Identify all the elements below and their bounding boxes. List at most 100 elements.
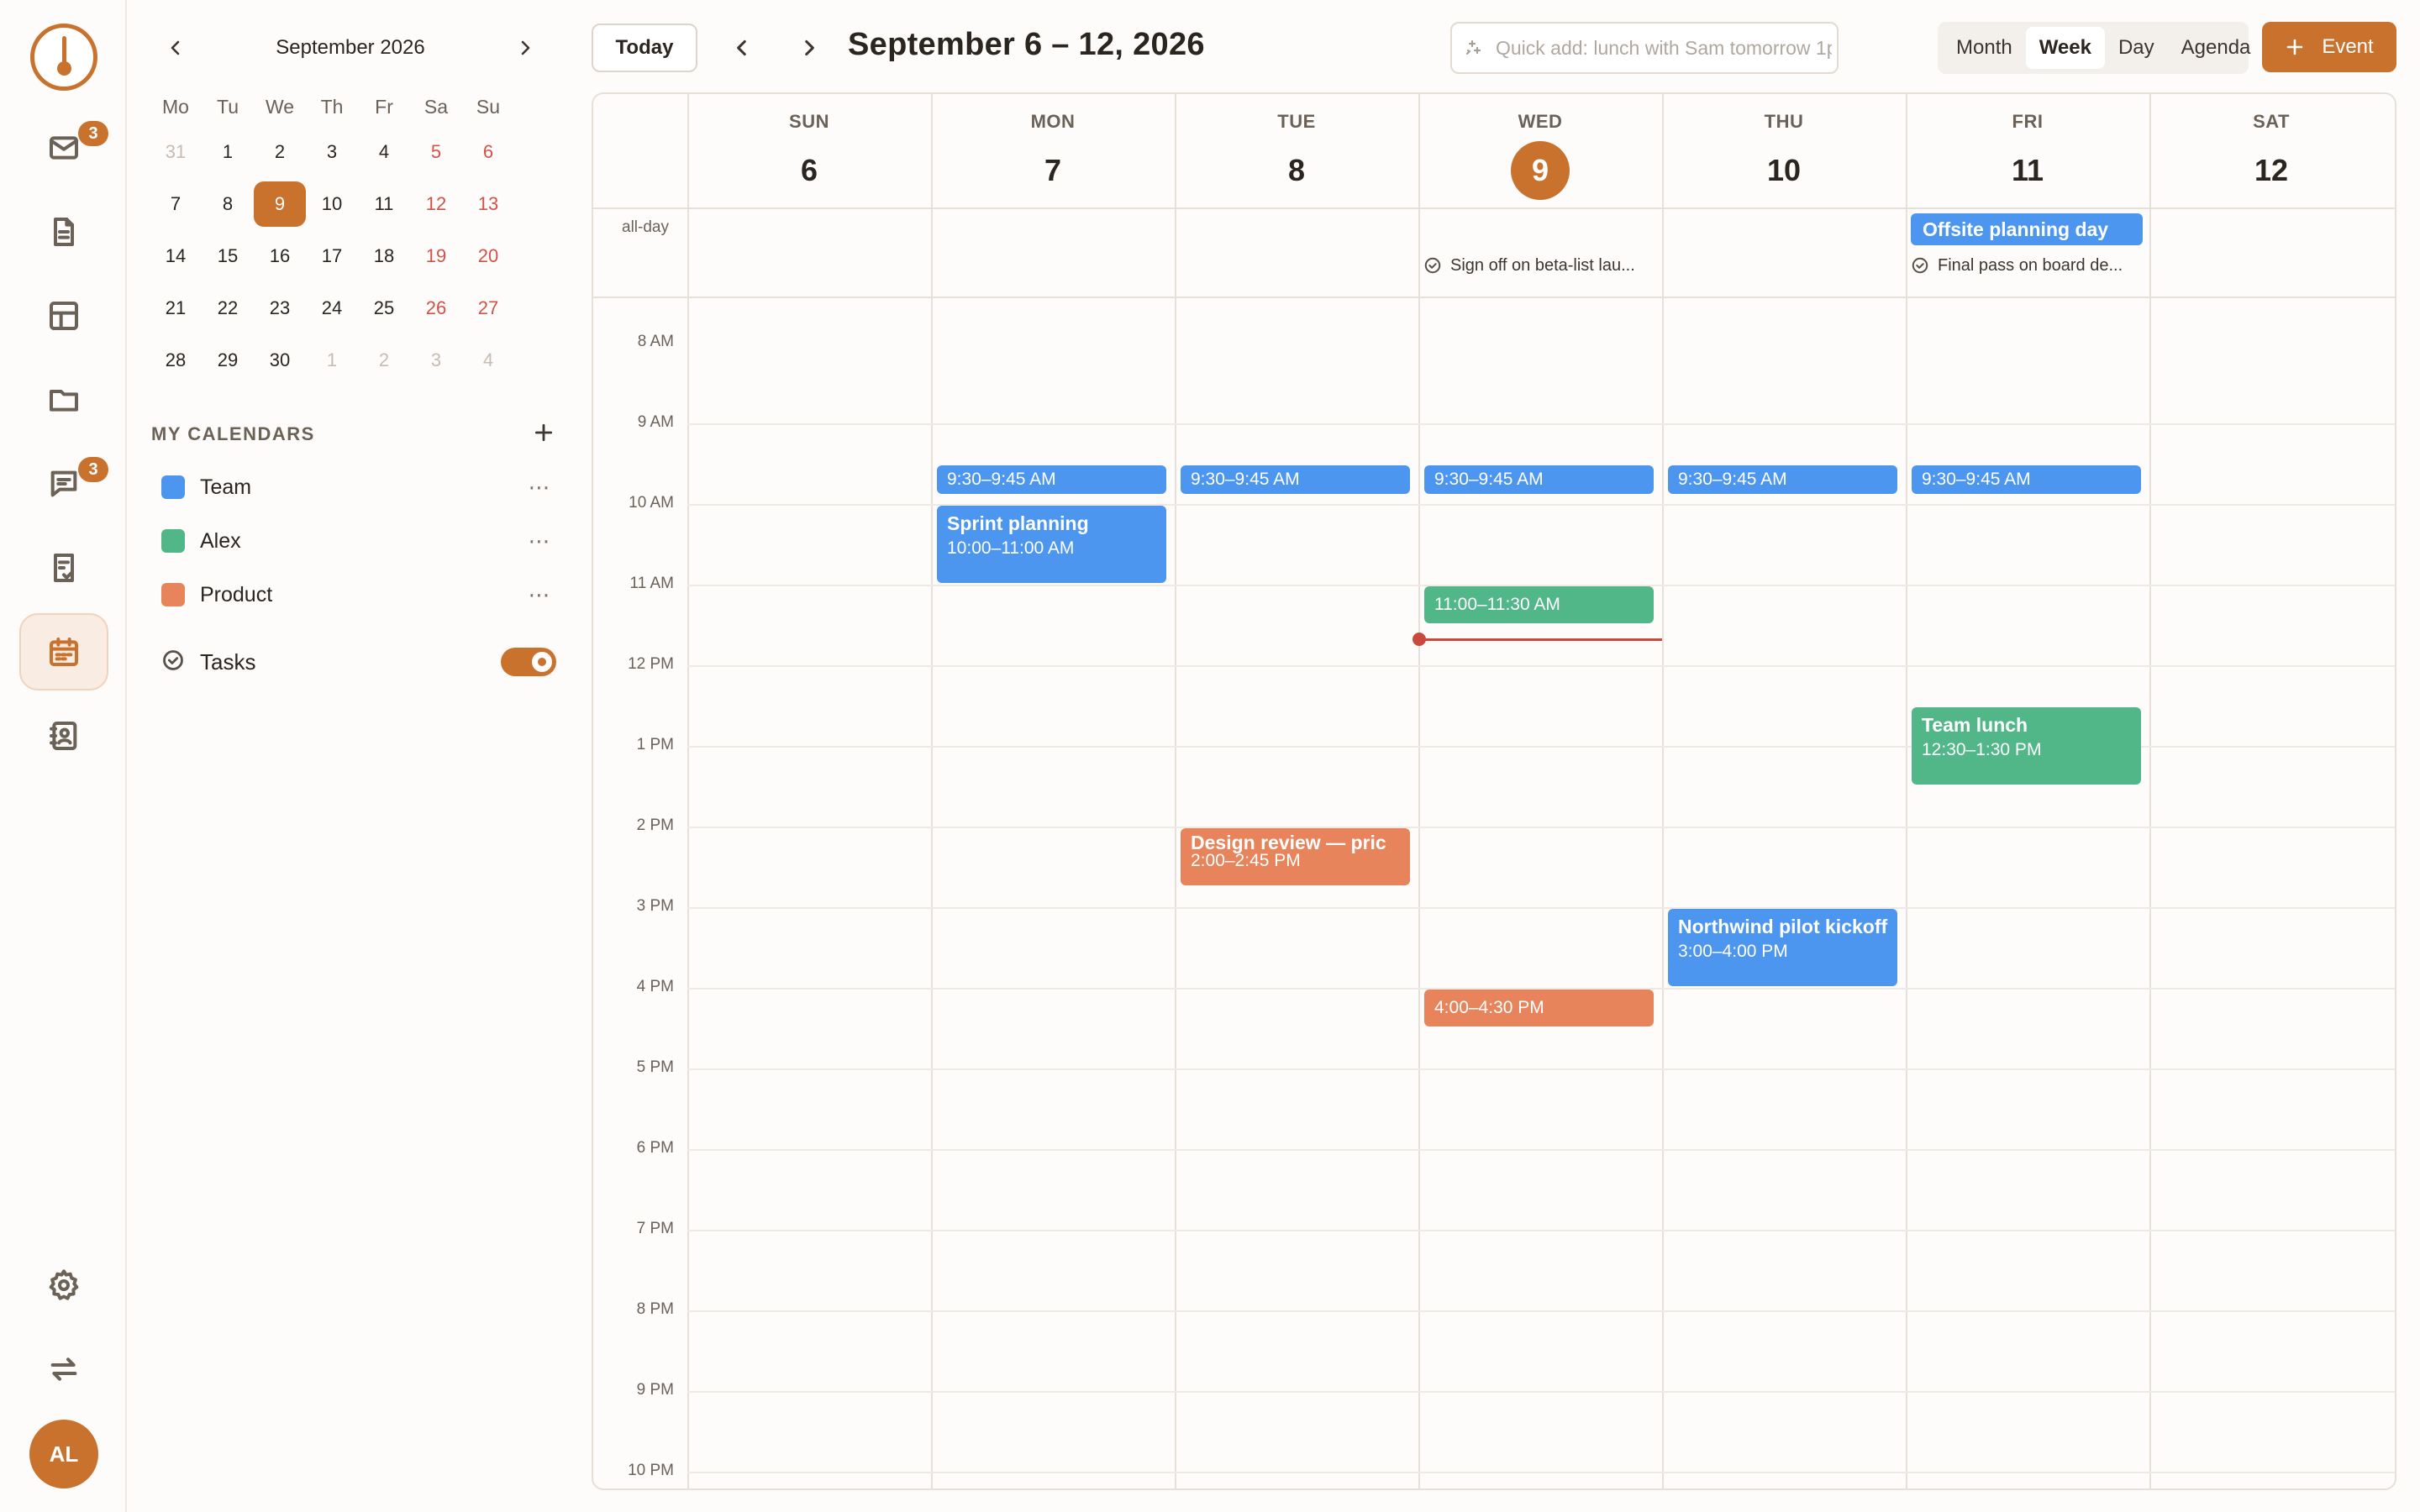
mini-day[interactable]: 4 [462, 338, 514, 383]
more-options-icon[interactable]: ⋯ [523, 470, 556, 504]
mini-day[interactable]: 12 [410, 181, 462, 227]
prev-week-button[interactable] [719, 25, 765, 71]
day-number[interactable]: 10 [1754, 141, 1813, 200]
rail-files[interactable] [19, 361, 108, 438]
calendar-color-swatch[interactable] [161, 529, 185, 553]
mini-day[interactable]: 24 [306, 286, 358, 331]
mini-day[interactable]: 31 [150, 129, 202, 175]
day-number[interactable]: 8 [1267, 141, 1326, 200]
quick-add-input[interactable] [1496, 36, 1832, 60]
day-number[interactable]: 9 [1511, 141, 1570, 200]
calendar-event[interactable]: 9:30–9:45 AM [937, 465, 1166, 494]
mini-day[interactable]: 11 [358, 181, 410, 227]
mini-day[interactable]: 16 [254, 234, 306, 279]
mini-day[interactable]: 2 [254, 129, 306, 175]
user-avatar[interactable]: AL [29, 1420, 98, 1488]
mini-day[interactable]: 1 [306, 338, 358, 383]
mini-day[interactable]: 1 [202, 129, 254, 175]
tasks-toggle[interactable] [501, 648, 556, 676]
view-month[interactable]: Month [1943, 27, 2026, 69]
calendar-event[interactable]: 9:30–9:45 AM [1424, 465, 1654, 494]
new-event-button[interactable]: Event [2262, 22, 2396, 72]
day-number[interactable]: 7 [1023, 141, 1082, 200]
calendar-event[interactable]: 9:30–9:45 AM [1912, 465, 2141, 494]
event-title: Team lunch [1922, 714, 2028, 736]
day-header-sun[interactable]: SUN 6 [687, 94, 931, 208]
mini-day[interactable]: 19 [410, 234, 462, 279]
day-number[interactable]: 6 [780, 141, 839, 200]
mini-day[interactable]: 18 [358, 234, 410, 279]
calendar-event[interactable]: Sprint planning 10:00–11:00 AM [937, 506, 1166, 583]
mini-day[interactable]: 7 [150, 181, 202, 227]
calendar-event[interactable]: Northwind pilot kickoff 3:00–4:00 PM [1668, 909, 1897, 986]
mini-day[interactable]: 27 [462, 286, 514, 331]
view-day[interactable]: Day [2105, 27, 2168, 69]
mini-day[interactable]: 14 [150, 234, 202, 279]
mini-day[interactable]: 13 [462, 181, 514, 227]
mini-day[interactable]: 9 [254, 181, 306, 227]
mini-day[interactable]: 26 [410, 286, 462, 331]
calendar-event[interactable]: Design review — pric 2:00–2:45 PM [1181, 828, 1410, 885]
mini-day[interactable]: 8 [202, 181, 254, 227]
mini-day[interactable]: 3 [306, 129, 358, 175]
day-number[interactable]: 11 [1998, 141, 2057, 200]
day-header-sat[interactable]: SAT 12 [2149, 94, 2393, 208]
calendar-event[interactable]: 4:00–4:30 PM [1424, 990, 1654, 1026]
calendar-event[interactable]: Team lunch 12:30–1:30 PM [1912, 707, 2141, 785]
mini-next-month-button[interactable] [502, 25, 548, 71]
mini-day[interactable]: 22 [202, 286, 254, 331]
mini-day[interactable]: 4 [358, 129, 410, 175]
mini-day[interactable]: 21 [150, 286, 202, 331]
rail-settings[interactable] [19, 1247, 108, 1324]
next-week-button[interactable] [786, 25, 832, 71]
mini-day[interactable]: 23 [254, 286, 306, 331]
task-title: Sign off on beta-list lau... [1450, 255, 1635, 275]
mini-day[interactable]: 6 [462, 129, 514, 175]
day-header-mon[interactable]: MON 7 [931, 94, 1175, 208]
mini-day[interactable]: 5 [410, 129, 462, 175]
quick-add-field[interactable] [1450, 22, 1839, 74]
all-day-event[interactable]: Offsite planning day [1911, 213, 2143, 245]
today-button[interactable]: Today [592, 24, 697, 72]
mini-day[interactable]: 10 [306, 181, 358, 227]
mini-day[interactable]: 25 [358, 286, 410, 331]
all-day-task[interactable]: Final pass on board de... [1911, 252, 2143, 279]
mini-day[interactable]: 29 [202, 338, 254, 383]
calendar-item-alex[interactable]: Alex ⋯ [161, 521, 556, 561]
rail-calendar[interactable] [19, 613, 108, 690]
mini-day[interactable]: 20 [462, 234, 514, 279]
calendar-event[interactable]: 9:30–9:45 AM [1668, 465, 1897, 494]
rail-switch[interactable] [19, 1331, 108, 1408]
calendar-event[interactable]: 11:00–11:30 AM [1424, 586, 1654, 623]
mini-prev-month-button[interactable] [153, 25, 198, 71]
calendar-event[interactable]: 9:30–9:45 AM [1181, 465, 1410, 494]
day-header-tue[interactable]: TUE 8 [1175, 94, 1418, 208]
all-day-task[interactable]: Sign off on beta-list lau... [1423, 252, 1655, 279]
rail-chat[interactable]: 3 [19, 445, 108, 522]
mini-day[interactable]: 3 [410, 338, 462, 383]
rail-tasks[interactable] [19, 529, 108, 606]
app-logo-icon[interactable] [30, 24, 97, 91]
calendar-item-team[interactable]: Team ⋯ [161, 467, 556, 507]
rail-documents[interactable] [19, 193, 108, 270]
day-header-wed[interactable]: WED 9 [1418, 94, 1662, 208]
view-week[interactable]: Week [2025, 27, 2105, 69]
more-options-icon[interactable]: ⋯ [523, 524, 556, 558]
calendar-item-product[interactable]: Product ⋯ [161, 575, 556, 615]
mini-day[interactable]: 2 [358, 338, 410, 383]
rail-mail[interactable]: 3 [19, 109, 108, 186]
day-number[interactable]: 12 [2242, 141, 2301, 200]
mini-day[interactable]: 17 [306, 234, 358, 279]
mini-day[interactable]: 28 [150, 338, 202, 383]
mini-day[interactable]: 15 [202, 234, 254, 279]
more-options-icon[interactable]: ⋯ [523, 578, 556, 612]
day-header-fri[interactable]: FRI 11 [1906, 94, 2149, 208]
view-agenda[interactable]: Agenda [2168, 27, 2265, 69]
rail-contacts[interactable] [19, 697, 108, 774]
calendar-color-swatch[interactable] [161, 583, 185, 606]
add-calendar-button[interactable] [533, 422, 555, 448]
day-header-thu[interactable]: THU 10 [1662, 94, 1906, 208]
rail-tables[interactable] [19, 277, 108, 354]
mini-day[interactable]: 30 [254, 338, 306, 383]
calendar-color-swatch[interactable] [161, 475, 185, 499]
